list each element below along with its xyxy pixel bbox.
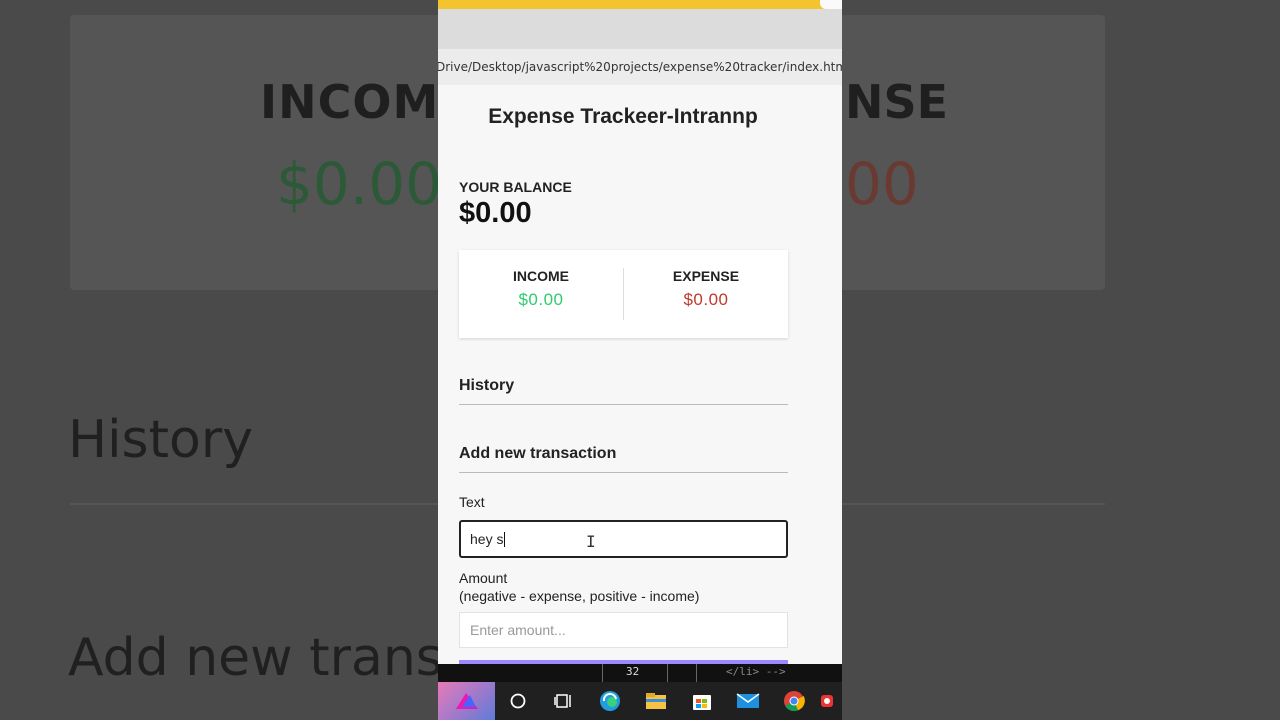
code-segment-divider — [667, 664, 668, 682]
file-explorer-icon[interactable] — [633, 682, 679, 720]
background-add-transaction: Add new transa — [68, 628, 475, 688]
browser-toolbar — [438, 9, 842, 49]
expense-value: $0.00 — [683, 290, 729, 309]
background-history: History — [68, 410, 253, 470]
add-transaction-heading: Add new transaction — [459, 445, 617, 462]
code-snippet: </li> --> — [726, 665, 786, 678]
balance-value: $0.00 — [459, 197, 532, 229]
amount-hint: (negative - expense, positive - income) — [459, 588, 700, 604]
code-editor-strip: 32 </li> --> — [438, 664, 842, 682]
income-value: $0.00 — [518, 290, 564, 309]
expense-column: EXPENSE $0.00 — [624, 250, 788, 338]
start-icon[interactable] — [438, 682, 495, 720]
edge-icon[interactable] — [587, 682, 633, 720]
text-label: Text — [459, 494, 485, 510]
amount-label-text: Amount — [459, 570, 508, 586]
cortana-icon[interactable] — [495, 682, 541, 720]
url-text: Drive/Desktop/javascript%20projects/expe… — [438, 60, 842, 74]
store-icon[interactable] — [679, 682, 725, 720]
line-number: 32 — [626, 665, 640, 678]
amount-placeholder: Enter amount... — [470, 622, 566, 638]
code-segment-divider — [696, 664, 697, 682]
text-caret — [504, 531, 506, 547]
background-income-value: $0.00 — [276, 150, 443, 218]
background-expense-label: NSE — [845, 75, 949, 129]
text-input[interactable]: hey s — [459, 520, 788, 558]
add-transaction-divider — [459, 472, 788, 473]
history-heading: History — [459, 377, 515, 394]
app-container: Expense Trackeer-Intrannp YOUR BALANCE $… — [438, 85, 842, 666]
address-bar[interactable]: Drive/Desktop/javascript%20projects/expe… — [438, 49, 842, 85]
mail-icon[interactable] — [725, 682, 771, 720]
page-title: Expense Trackeer-Intrannp — [488, 105, 758, 128]
code-segment-divider — [602, 664, 603, 682]
history-divider — [459, 404, 788, 405]
income-column: INCOME $0.00 — [459, 250, 623, 338]
amount-input[interactable]: Enter amount... — [459, 612, 788, 648]
record-icon[interactable] — [817, 682, 837, 720]
task-view-icon[interactable] — [541, 682, 587, 720]
browser-window: Drive/Desktop/javascript%20projects/expe… — [438, 0, 842, 720]
expense-label: EXPENSE — [672, 268, 740, 284]
text-input-value: hey s — [470, 531, 504, 547]
balance-label: YOUR BALANCE — [459, 179, 572, 195]
browser-top-strip — [438, 0, 842, 9]
background-expense-value: 00 — [845, 150, 919, 218]
chrome-icon[interactable] — [771, 682, 817, 720]
ibeam-cursor-icon: I — [586, 532, 596, 551]
taskbar — [438, 682, 842, 720]
income-label: INCOME — [513, 268, 569, 284]
income-expense-card: INCOME $0.00 EXPENSE $0.00 — [459, 250, 788, 338]
amount-label: Amount (negative - expense, positive - i… — [459, 569, 699, 605]
close-icon[interactable] — [820, 0, 842, 9]
